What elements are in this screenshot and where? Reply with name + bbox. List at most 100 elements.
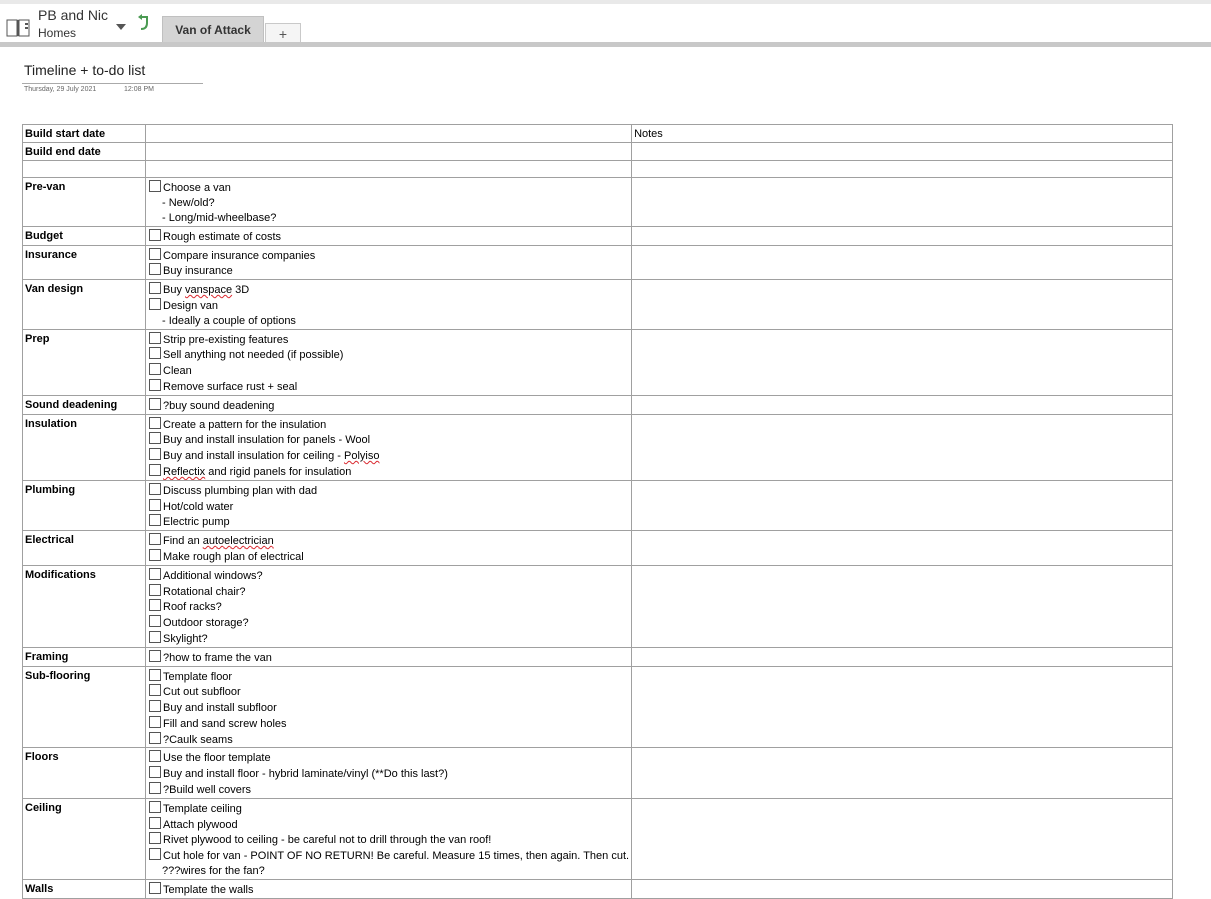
todo-item[interactable]: Choose a van — [148, 180, 629, 196]
todo-item[interactable]: ?Caulk seams — [148, 731, 629, 747]
todo-item[interactable]: Remove surface rust + seal — [148, 378, 629, 394]
category-cell[interactable]: Floors — [22, 747, 146, 799]
notes-cell[interactable] — [631, 878, 1174, 899]
list-item[interactable]: Long/mid-wheelbase? — [148, 211, 629, 225]
todo-item[interactable]: Design van — [148, 297, 629, 314]
checkbox[interactable] — [149, 715, 161, 728]
category-cell[interactable]: Ceiling — [22, 797, 146, 880]
tasks-cell[interactable]: Strip pre-existing features Sell anything… — [144, 328, 633, 396]
checkbox[interactable] — [149, 782, 161, 795]
category-cell[interactable]: Budget — [22, 225, 146, 246]
chevron-down-icon[interactable] — [116, 24, 126, 30]
section-name[interactable]: Homes — [38, 26, 76, 40]
sync-icon[interactable] — [136, 14, 152, 32]
checkbox[interactable] — [149, 378, 161, 391]
notes-cell[interactable] — [631, 747, 1174, 799]
list-item[interactable]: Ideally a couple of options — [148, 314, 629, 328]
checkbox[interactable] — [149, 649, 161, 662]
checkbox[interactable] — [149, 630, 161, 643]
notes-cell[interactable] — [631, 797, 1174, 880]
checkbox[interactable] — [149, 848, 161, 861]
todo-item[interactable]: Sell anything not needed (if possible) — [148, 347, 629, 363]
checkbox[interactable] — [149, 180, 161, 193]
todo-item[interactable]: ?how to frame the van — [148, 649, 629, 665]
list-item[interactable]: New/old? — [148, 196, 629, 211]
notes-cell[interactable] — [631, 279, 1174, 330]
category-cell[interactable]: Plumbing — [22, 479, 146, 532]
checkbox[interactable] — [149, 263, 161, 276]
todo-item[interactable]: Hot/cold water — [148, 498, 629, 515]
checkbox[interactable] — [149, 684, 161, 697]
todo-item[interactable]: Compare insurance companies — [148, 247, 629, 264]
checkbox[interactable] — [149, 700, 161, 713]
notes-cell[interactable] — [631, 159, 1174, 179]
tasks-cell[interactable]: Find an autoelectrician Make rough plan o… — [144, 530, 633, 566]
category-cell[interactable]: Insurance — [22, 244, 146, 281]
notes-cell[interactable] — [631, 328, 1174, 396]
category-cell[interactable]: Walls — [22, 878, 146, 899]
todo-item[interactable]: Reflectix and rigid panels for insulatio… — [148, 463, 629, 479]
tasks-cell[interactable]: Template ceiling Attach plywood Rivet plyw… — [144, 797, 633, 880]
checkbox[interactable] — [149, 750, 161, 763]
notes-cell[interactable] — [631, 177, 1174, 227]
notes-cell[interactable] — [631, 141, 1174, 161]
checkbox[interactable] — [149, 832, 161, 845]
todo-item[interactable]: Skylight? — [148, 630, 629, 646]
todo-item[interactable]: Clean — [148, 363, 629, 379]
checkbox[interactable] — [149, 533, 161, 546]
category-cell[interactable]: Pre-van — [22, 177, 146, 227]
tasks-cell[interactable]: ?how to frame the van — [144, 646, 633, 667]
tasks-cell[interactable]: Discuss plumbing plan with dad Hot/cold w… — [144, 479, 633, 532]
todo-item[interactable]: ?buy sound deadening — [148, 397, 629, 413]
checkbox[interactable] — [149, 247, 161, 260]
checkbox[interactable] — [149, 881, 161, 894]
checkbox[interactable] — [149, 567, 161, 580]
todo-item[interactable]: Use the floor template — [148, 750, 629, 766]
notes-cell[interactable] — [631, 646, 1174, 667]
notes-cell[interactable] — [631, 530, 1174, 566]
row-label[interactable]: Build start date — [22, 124, 146, 143]
row-label[interactable]: Build end date — [22, 141, 146, 161]
todo-item[interactable]: Buy vanspace 3D — [148, 282, 629, 298]
checkbox[interactable] — [149, 731, 161, 744]
tasks-cell[interactable]: Choose a van New/old?Long/mid-wheelbase? — [144, 177, 633, 227]
notes-cell[interactable] — [631, 479, 1174, 532]
notes-cell[interactable] — [631, 244, 1174, 281]
notebook-name[interactable]: PB and Nic — [38, 7, 108, 23]
todo-item[interactable]: Additional windows? — [148, 567, 629, 584]
todo-item[interactable]: Rotational chair? — [148, 583, 629, 600]
checkbox[interactable] — [149, 514, 161, 527]
todo-item[interactable]: Rivet plywood to ceiling - be careful no… — [148, 832, 629, 848]
checkbox[interactable] — [149, 416, 161, 429]
todo-item[interactable]: Rough estimate of costs — [148, 228, 629, 244]
row-value[interactable] — [144, 141, 633, 161]
checkbox[interactable] — [149, 432, 161, 445]
tasks-cell[interactable]: ?buy sound deadening — [144, 394, 633, 415]
checkbox[interactable] — [149, 397, 161, 410]
notes-cell[interactable] — [631, 665, 1174, 749]
checkbox[interactable] — [149, 766, 161, 779]
tasks-cell[interactable]: Buy vanspace 3D Design van Ideally a coupl… — [144, 279, 633, 330]
todo-item[interactable]: Template ceiling — [148, 800, 629, 817]
todo-item[interactable]: Find an autoelectrician — [148, 533, 629, 549]
checkbox[interactable] — [149, 482, 161, 495]
tasks-cell[interactable]: Template the walls — [144, 878, 633, 899]
todo-item[interactable]: Cut out subfloor — [148, 684, 629, 700]
todo-item[interactable]: Strip pre-existing features — [148, 331, 629, 348]
category-cell[interactable]: Electrical — [22, 530, 146, 566]
todo-item[interactable]: Cut hole for van - POINT OF NO RETURN! B… — [148, 848, 629, 864]
tasks-cell[interactable]: Additional windows? Rotational chair? Roof… — [144, 564, 633, 648]
tasks-cell[interactable]: Rough estimate of costs — [144, 225, 633, 246]
tab-van-of-attack[interactable]: Van of Attack — [162, 16, 264, 44]
category-cell[interactable]: Sound deadening — [22, 394, 146, 415]
notes-cell[interactable] — [631, 564, 1174, 648]
todo-item[interactable]: Buy and install insulation for ceiling -… — [148, 448, 629, 464]
todo-item[interactable]: Make rough plan of electrical — [148, 548, 629, 564]
add-tab-button[interactable]: + — [265, 23, 301, 44]
todo-item[interactable]: Create a pattern for the insulation — [148, 416, 629, 433]
checkbox[interactable] — [149, 800, 161, 813]
category-cell[interactable]: Insulation — [22, 413, 146, 481]
todo-item[interactable]: Template the walls — [148, 881, 629, 897]
checkbox[interactable] — [149, 668, 161, 681]
todo-item[interactable]: Buy and install subfloor — [148, 700, 629, 716]
